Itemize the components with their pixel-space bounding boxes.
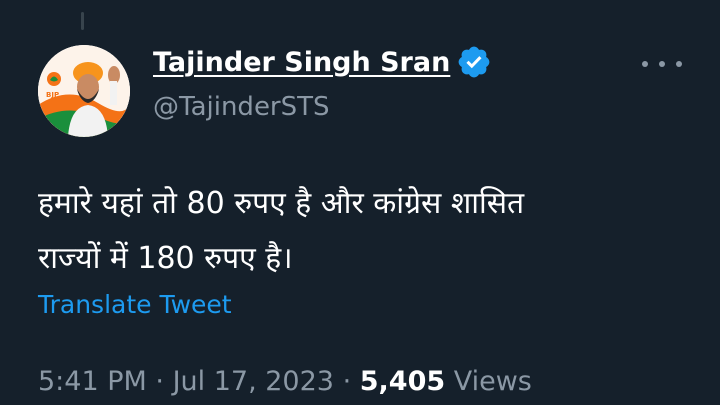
tweet-meta: 5:41 PM · Jul 17, 2023 · 5,405 Views xyxy=(38,366,532,397)
dot-icon xyxy=(659,61,665,67)
dot-icon xyxy=(676,61,682,67)
meta-separator: · xyxy=(155,366,173,397)
views-count: 5,405 xyxy=(359,366,446,397)
translate-tweet-link[interactable]: Translate Tweet xyxy=(38,290,232,319)
meta-separator: · xyxy=(342,366,360,397)
avatar-image: BJP xyxy=(38,45,130,137)
verified-badge-icon[interactable] xyxy=(456,44,492,80)
author-handle[interactable]: @TajinderSTS xyxy=(153,92,330,122)
views-label: Views xyxy=(445,366,532,397)
tweet-text-line: हमारे यहां तो 80 रुपए है और कांग्रेस शास… xyxy=(38,186,525,221)
author-name[interactable]: Tajinder Singh Sran xyxy=(153,47,450,78)
tweet-time[interactable]: 5:41 PM xyxy=(38,366,147,397)
avatar[interactable]: BJP xyxy=(38,45,130,137)
tweet-text-line: राज्यों में 180 रुपए है। xyxy=(38,241,293,276)
tweet-card: BJP Tajinder Singh Sran @TajinderSTS हमा… xyxy=(0,0,720,405)
author-name-row: Tajinder Singh Sran xyxy=(153,44,492,80)
thread-connector-line xyxy=(81,12,84,30)
dot-icon xyxy=(642,61,648,67)
svg-text:BJP: BJP xyxy=(46,91,59,99)
tweet-date[interactable]: Jul 17, 2023 xyxy=(173,366,334,397)
tweet-text: हमारे यहां तो 80 रुपए है और कांग्रेस शास… xyxy=(38,176,688,286)
more-options-icon[interactable] xyxy=(642,50,682,78)
